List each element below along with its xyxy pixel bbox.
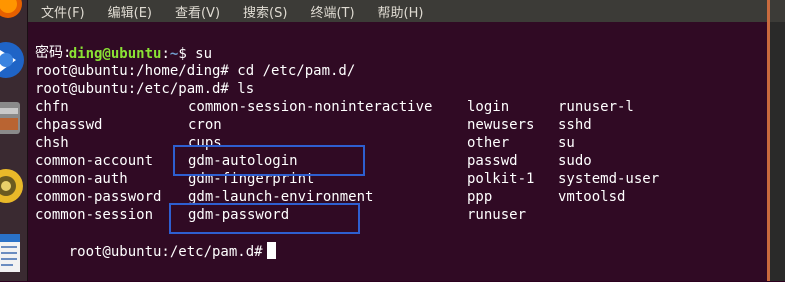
menu-search[interactable]: 搜索(S)	[230, 2, 297, 21]
text-cursor	[266, 242, 276, 259]
ls-entry: runuser-l	[558, 99, 634, 115]
writer-icon[interactable]	[0, 228, 24, 278]
last-prompt: root@ubuntu:/etc/pam.d#	[68, 244, 263, 260]
files-icon[interactable]	[0, 98, 24, 138]
ls-entry: sshd	[558, 117, 592, 133]
ls-entry: chsh	[35, 135, 69, 151]
ls-entry: login	[467, 99, 510, 115]
prompt-command: $ su	[178, 46, 213, 62]
password-prompt: 密码:	[35, 45, 72, 61]
menubar: 文件(F) 编辑(E) 查看(V) 搜索(S) 终端(T) 帮助(H)	[28, 0, 768, 22]
rhythmbox-icon[interactable]	[0, 162, 24, 210]
prompt-line-1: ding@ubuntu:~$ su	[35, 27, 212, 62]
ls-entry: common-session-noninteractive	[188, 99, 433, 115]
window-edge	[767, 0, 785, 281]
menu-terminal[interactable]: 终端(T)	[297, 2, 364, 21]
terminal-output[interactable]: ding@ubuntu:~$ su 密码: root@ubuntu:/home/…	[28, 22, 767, 281]
thunderbird-icon[interactable]	[0, 36, 24, 84]
highlight-box-gdm-autologin	[173, 145, 365, 176]
ls-entry: polkit-1	[467, 171, 535, 187]
menu-edit[interactable]: 编辑(E)	[95, 2, 162, 21]
firefox-icon[interactable]	[0, 0, 24, 40]
ls-entry: su	[558, 135, 575, 151]
ls-entry: other	[467, 135, 510, 151]
prompt-user: ding@ubuntu	[68, 46, 162, 62]
ls-entry: chpasswd	[35, 117, 103, 133]
menu-help[interactable]: 帮助(H)	[365, 2, 434, 21]
ls-entry: ppp	[467, 189, 493, 205]
ls-entry: common-password	[35, 189, 162, 205]
launcher	[0, 0, 28, 281]
ls-entry: common-account	[35, 153, 154, 169]
ls-entry: common-session	[35, 207, 154, 223]
command-line-cd: root@ubuntu:/home/ding# cd /etc/pam.d/	[35, 63, 356, 79]
ls-entry: passwd	[467, 153, 518, 169]
ls-entry: cron	[188, 117, 222, 133]
ls-entry: sudo	[558, 153, 592, 169]
ls-entry: chfn	[35, 99, 69, 115]
command-line-ls: root@ubuntu:/etc/pam.d# ls	[35, 81, 255, 97]
ls-entry: newusers	[467, 117, 535, 133]
menu-view[interactable]: 查看(V)	[162, 2, 230, 21]
prompt-colon: :	[161, 46, 170, 62]
ls-entry: systemd-user	[558, 171, 660, 187]
menu-file[interactable]: 文件(F)	[28, 2, 95, 21]
ls-entry: common-auth	[35, 171, 128, 187]
ls-entry: runuser	[467, 207, 527, 223]
highlight-box-gdm-password	[169, 203, 360, 234]
ls-entry: vmtoolsd	[558, 189, 626, 205]
